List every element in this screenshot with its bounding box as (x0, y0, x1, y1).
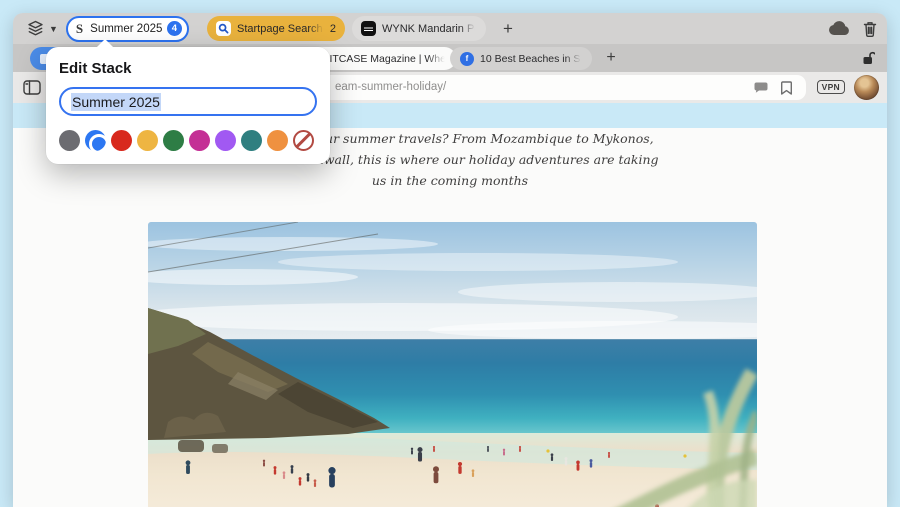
unlocked-padlock-icon (863, 51, 875, 64)
bookmark-icon[interactable] (781, 80, 792, 95)
magnifier-icon (218, 23, 229, 34)
new-tab-button[interactable]: + (600, 44, 622, 72)
tab-favicon: f (460, 51, 474, 66)
stack-tab-count: 2 (329, 22, 336, 35)
stack-tab-label: WYNK Mandarin Pomelo T (382, 22, 477, 35)
profile-avatar[interactable] (854, 75, 879, 100)
stacks-menu-button[interactable]: ▼ (27, 20, 58, 37)
stack-tab-count-badge: 4 (166, 21, 182, 36)
tab-best-beaches[interactable]: f 10 Best Beaches in Skiath (450, 47, 592, 70)
comment-icon[interactable] (754, 82, 768, 93)
stack-tab-wynk[interactable]: WYNK Mandarin Pomelo T (352, 16, 486, 41)
foreground-grass (618, 368, 757, 507)
tab-label: ITCASE Magazine | Whe (329, 52, 446, 65)
color-swatch[interactable] (163, 130, 184, 151)
popup-title: Edit Stack (59, 60, 132, 77)
sidebar-toggle-icon[interactable] (23, 80, 41, 95)
stack-tab-summer-2025[interactable]: S Summer 2025 4 (65, 15, 189, 42)
color-swatch[interactable] (189, 130, 210, 151)
stack-color-swatches (59, 130, 317, 154)
popup-caret (96, 39, 114, 48)
no-color-swatch[interactable] (293, 130, 314, 151)
layers-icon (28, 20, 43, 36)
tab-label: 10 Best Beaches in Skiath (480, 52, 582, 65)
chevron-down-icon: ▼ (49, 23, 58, 34)
stack-favicon: S (75, 20, 84, 36)
intro-line: us in the coming months (371, 173, 529, 188)
color-swatch[interactable] (241, 130, 262, 151)
color-swatch[interactable] (111, 130, 132, 151)
stack-tab-startpage[interactable]: Startpage Search Res 2 (207, 16, 345, 41)
color-swatch[interactable] (59, 130, 80, 151)
webpage-content: ration for your summer travels? From Moz… (13, 128, 887, 507)
trash-icon[interactable] (863, 21, 877, 37)
stack-bar: ▼ S Summer 2025 4 Startpage Search Res 2… (13, 13, 887, 44)
startpage-favicon (216, 21, 231, 36)
new-stack-button[interactable]: + (497, 13, 519, 44)
color-swatch[interactable] (267, 130, 288, 151)
wynk-favicon (361, 21, 376, 36)
color-swatch[interactable] (215, 130, 236, 151)
cloud-sync-icon[interactable] (828, 21, 850, 36)
stack-name-input[interactable]: Summer 2025 (59, 87, 317, 116)
stack-tab-label: Startpage Search Res (237, 22, 325, 35)
color-swatch[interactable] (85, 130, 109, 154)
edit-stack-popup: Edit Stack Summer 2025 (46, 39, 330, 164)
stack-name-value: Summer 2025 (71, 92, 161, 111)
stack-tab-label: Summer 2025 (90, 22, 163, 35)
url-text: eam-summer-holiday/ (335, 81, 447, 93)
color-swatch[interactable] (137, 130, 158, 151)
beach-photo (148, 222, 757, 507)
vpn-badge[interactable]: VPN (816, 80, 845, 94)
